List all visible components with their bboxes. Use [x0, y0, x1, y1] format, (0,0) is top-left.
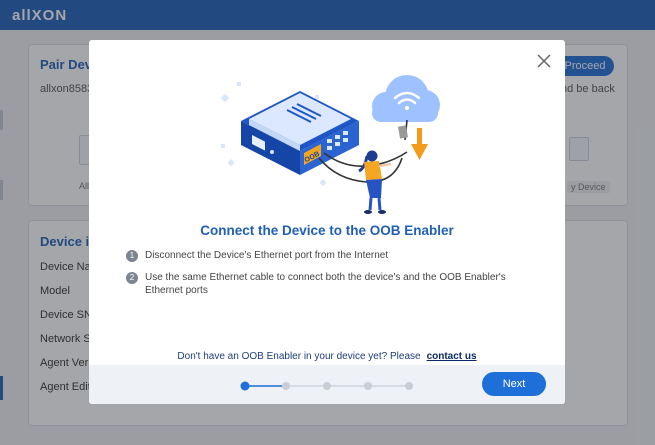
- help-text: Don't have an OOB Enabler in your device…: [177, 351, 421, 362]
- step-text: Disconnect the Device's Ethernet port fr…: [145, 250, 389, 261]
- step-number-badge: 1: [126, 250, 138, 262]
- step-dot: [323, 382, 331, 390]
- step-number-badge: 2: [126, 272, 138, 284]
- oob-connect-modal: OOB Connect the Device to the OOB Enable…: [89, 40, 565, 404]
- modal-title: Connect the Device to the OOB Enabler: [200, 223, 454, 238]
- help-line: Don't have an OOB Enabler in your device…: [89, 351, 565, 362]
- instruction-step: 2 Use the same Ethernet cable to connect…: [126, 271, 546, 297]
- instruction-step: 1 Disconnect the Device's Ethernet port …: [126, 249, 546, 262]
- step-dot: [405, 382, 413, 390]
- step-dot: [282, 382, 290, 390]
- contact-us-link[interactable]: contact us: [427, 351, 477, 362]
- oob-illustration: OOB: [220, 75, 440, 214]
- next-button[interactable]: Next: [482, 372, 546, 396]
- instruction-steps: 1 Disconnect the Device's Ethernet port …: [126, 249, 546, 306]
- step-dot: [364, 382, 372, 390]
- step-text: Use the same Ethernet cable to connect b…: [145, 272, 506, 296]
- step-dot-active: [240, 381, 250, 391]
- modal-footer: Next: [89, 365, 565, 404]
- progress-stepper: [240, 381, 413, 391]
